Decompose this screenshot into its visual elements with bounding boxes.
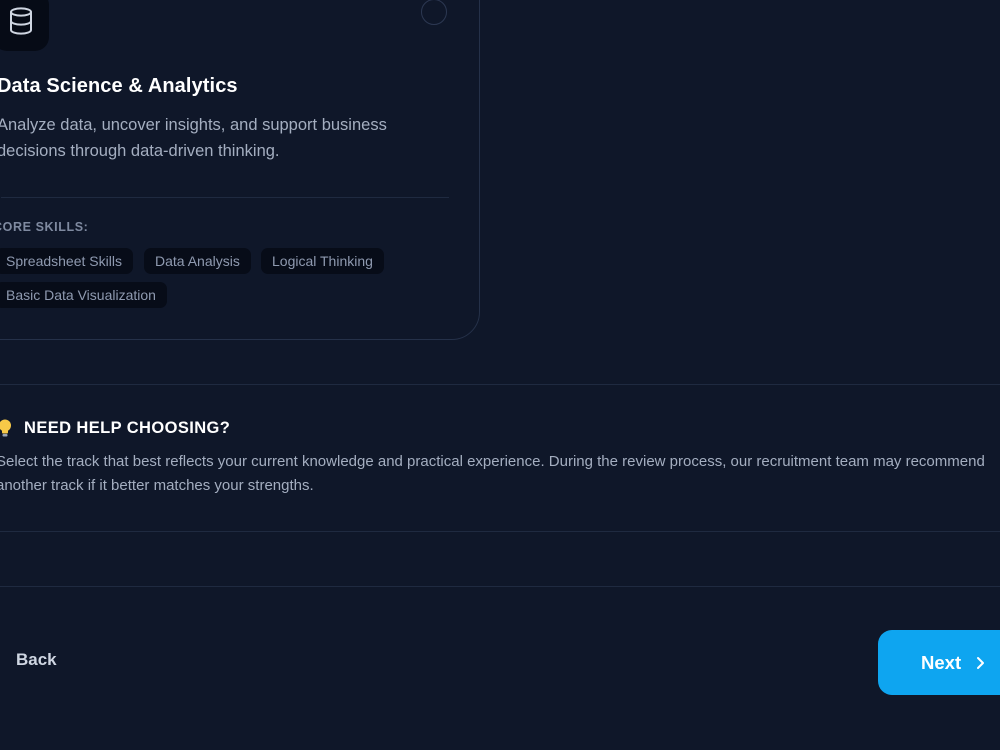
skill-chip: Data Analysis [144, 248, 251, 274]
card-divider [1, 197, 449, 198]
next-button[interactable]: Next [878, 630, 1000, 695]
skill-chip: Logical Thinking [261, 248, 384, 274]
track-selection-page: Data Science & Analytics Analyze data, u… [0, 0, 1000, 750]
skill-chip: Spreadsheet Skills [0, 248, 133, 274]
section-divider [0, 384, 1000, 385]
lightbulb-icon [0, 419, 11, 437]
core-skills-label: CORE SKILLS: [0, 220, 89, 234]
section-divider [0, 531, 1000, 532]
footer-divider [0, 586, 1000, 587]
help-title: NEED HELP CHOOSING? [24, 419, 231, 437]
next-label: Next [921, 651, 962, 673]
chevron-right-icon [977, 656, 985, 669]
track-radio[interactable] [421, 0, 447, 25]
help-text: Select the track that best reflects your… [0, 453, 985, 494]
track-title: Data Science & Analytics [0, 75, 238, 97]
track-description: Analyze data, uncover insights, and supp… [0, 116, 387, 160]
database-icon [0, 0, 49, 51]
track-card-data-science[interactable]: Data Science & Analytics Analyze data, u… [0, 0, 480, 340]
back-button[interactable]: Back [16, 650, 57, 670]
skill-chip: Basic Data Visualization [0, 282, 167, 308]
